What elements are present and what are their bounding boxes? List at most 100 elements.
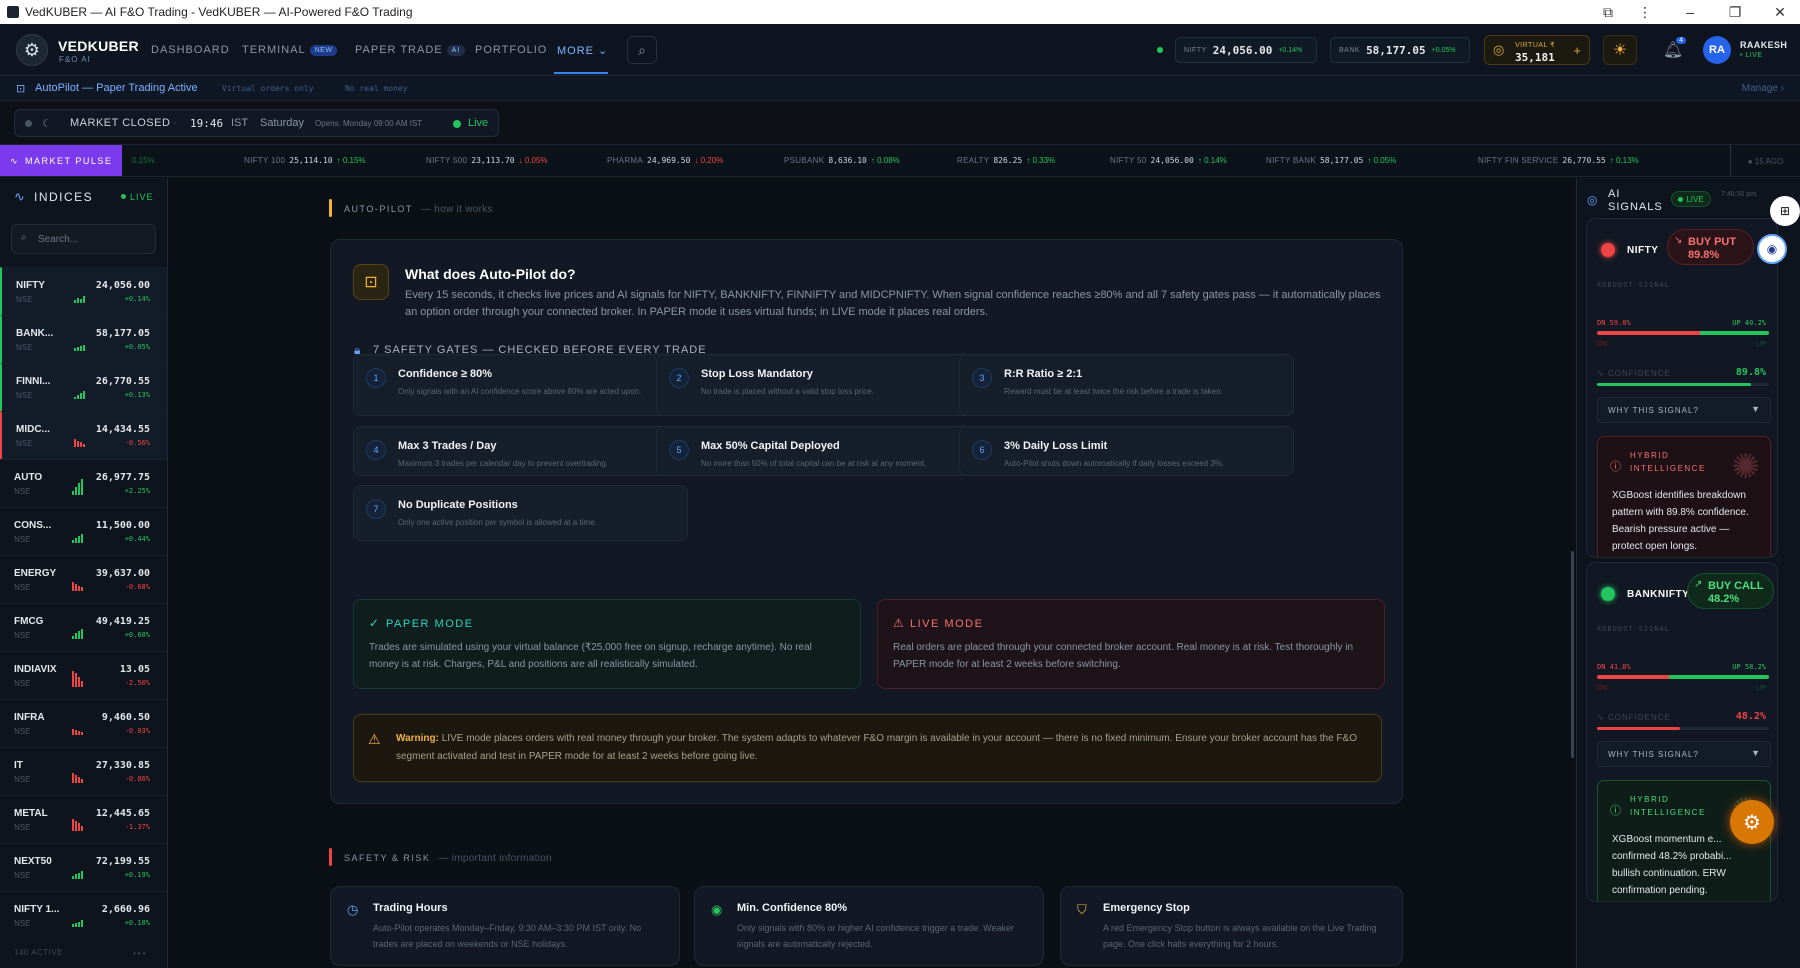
index-row[interactable]: IT NSE 27,330.85 -0.86% [0, 747, 167, 795]
ticker-item[interactable]: NIFTY BANK 58,177.05 ↑ 0.05% [1266, 156, 1396, 165]
index-name: NEXT50 [14, 856, 52, 867]
market-time: 19:46 [190, 117, 224, 130]
autopilot-tag-nomoney: No real money [345, 84, 408, 93]
spark-bar [78, 483, 80, 495]
down-prob: DN 41.8% [1597, 663, 1631, 671]
index-sparkline [74, 439, 85, 447]
section-accent [329, 848, 332, 866]
spark-bar [81, 534, 83, 543]
index-row[interactable]: NEXT50 NSE 72,199.55 +0.19% [0, 843, 167, 891]
nav-paper-trade[interactable]: PAPER TRADE AI [355, 44, 466, 56]
logo-gear-icon[interactable]: ⚙ [16, 34, 48, 66]
index-change: -0.03% [124, 727, 150, 735]
spark-bar [81, 629, 83, 639]
notifications-bell-icon[interactable]: 🔔︎ 4 [1656, 35, 1690, 65]
apps-grid-icon[interactable]: ⊞ [1770, 196, 1800, 226]
bank-quote[interactable]: BANK 58,177.05 +0.05% [1330, 37, 1470, 63]
ticker-item[interactable]: PHARMA 24,969.50 ↓ 0.20% [607, 156, 723, 165]
gate-number: 7 [366, 499, 386, 519]
separator: · [173, 117, 177, 129]
spark-bar [75, 584, 77, 591]
spark-bar [75, 730, 77, 735]
index-row[interactable]: FINNI... NSE 26,770.55 +0.13% [0, 363, 167, 411]
settings-fab-icon[interactable]: ⚙ [1730, 800, 1774, 844]
ticker-item[interactable]: REALTY 826.25 ↑ 0.33% [957, 156, 1055, 165]
index-exchange: NSE [14, 535, 31, 544]
index-name: METAL [14, 808, 48, 819]
safety-card-title: Min. Confidence 80% [737, 902, 848, 914]
theme-sun-icon[interactable]: ☀ [1603, 35, 1637, 65]
spark-bar [78, 677, 80, 687]
index-row[interactable]: FMCG NSE 49,419.25 +0.60% [0, 603, 167, 651]
close-button[interactable]: ✕ [1760, 0, 1800, 24]
notification-count: 4 [1676, 37, 1686, 44]
index-row[interactable]: METAL NSE 12,445.65 -1.37% [0, 795, 167, 843]
index-row[interactable]: NIFTY NSE 24,056.00 +0.14% [0, 267, 167, 315]
nifty-quote[interactable]: NIFTY 24,056.00 +0.14% [1175, 37, 1317, 63]
manage-link[interactable]: Manage › [1742, 83, 1784, 94]
signal-card[interactable]: NIFTY ↘ BUY PUT 89.8% XGBOOST SIGNAL DN 59.8%… [1586, 218, 1778, 558]
gate-desc: Reward must be at least twice the risk b… [1004, 387, 1223, 396]
index-row[interactable]: BANK... NSE 58,177.05 +0.05% [0, 315, 167, 363]
ticker-item[interactable]: NIFTY 100 25,114.10 ↑ 0.15% [244, 156, 366, 165]
index-row[interactable]: MIDC... NSE 14,434.55 -0.56% [0, 411, 167, 459]
nav-dashboard[interactable]: DASHBOARD [151, 44, 230, 56]
ticker-value: 25,114.10 [289, 156, 333, 165]
section-subtitle: — important information [438, 853, 552, 864]
spark-bar [81, 779, 83, 783]
index-row[interactable]: INFRA NSE 9,460.50 -0.03% [0, 699, 167, 747]
market-state: MARKET CLOSED [70, 117, 171, 129]
hybrid-desc: XGBoost momentum e... confirmed 48.2% pr… [1612, 834, 1732, 896]
ticker-item[interactable]: PSUBANK 8,636.10 ↑ 0.08% [784, 156, 900, 165]
indices-search-input[interactable] [11, 224, 156, 254]
nav-terminal[interactable]: TERMINAL NEW [242, 44, 338, 56]
direction-split-bar [1597, 331, 1769, 335]
chat-bot-icon[interactable]: ◉ [1757, 234, 1787, 264]
confidence-value: 48.2% [1735, 711, 1766, 722]
warning-icon: ⚠ [368, 731, 381, 747]
restore-button[interactable]: ❐ [1715, 0, 1755, 24]
extensions-icon[interactable]: ⧉ [1588, 0, 1628, 24]
index-name: ENERGY [14, 568, 57, 579]
menu-kebab-icon[interactable]: ⋮ [1625, 0, 1665, 24]
info-icon: ⓘ [1610, 805, 1621, 817]
safety-gate-card: 1 Confidence ≥ 80% Only signals with an AI… [353, 354, 688, 416]
index-row[interactable]: ENERGY NSE 39,637.00 -0.68% [0, 555, 167, 603]
nav-more[interactable]: MORE ⌄ [557, 44, 608, 57]
virtual-balance[interactable]: ◎ VIRTUAL ₹ 35,181 + [1484, 35, 1590, 65]
index-sparkline [72, 819, 83, 831]
ticker-item[interactable]: NIFTY FIN SERVICE 26,770.55 ↑ 0.13% [1478, 156, 1639, 165]
confidence-label: ∿ CONFIDENCE [1597, 713, 1671, 722]
ticker-item[interactable]: NIFTY 50 24,056.00 ↑ 0.14% [1110, 156, 1227, 165]
minimize-button[interactable]: – [1670, 0, 1710, 24]
gate-title: Max 3 Trades / Day [398, 440, 497, 452]
brand-name[interactable]: VEDKUBER [58, 38, 139, 54]
signal-card[interactable]: BANKNIFTY ↗ BUY CALL 48.2% XGBOOST SIGNAL DN … [1586, 562, 1778, 902]
search-icon[interactable]: ⌕ [627, 36, 657, 64]
index-row[interactable]: CONS... NSE 11,500.00 +0.44% [0, 507, 167, 555]
index-row[interactable]: NIFTY 1... NSE 2,660.96 +0.10% [0, 891, 167, 939]
index-name: FMCG [14, 616, 44, 627]
why-this-signal-toggle[interactable]: WHY THIS SIGNAL? ▼ [1597, 741, 1771, 767]
index-name: NIFTY 1... [14, 904, 60, 915]
favicon-icon [7, 6, 19, 18]
index-sparkline [72, 920, 83, 927]
up-bar [1699, 331, 1769, 335]
add-funds-icon[interactable]: + [1573, 43, 1581, 58]
clock-icon: ◷ [347, 902, 359, 917]
index-change: -0.56% [124, 439, 150, 447]
scrollbar-thumb[interactable] [1571, 551, 1574, 758]
market-pulse-tab[interactable]: ∿ MARKET PULSE [0, 145, 122, 176]
avatar[interactable]: RA [1703, 36, 1731, 64]
brain-icon: ◎ [1587, 193, 1598, 207]
index-row[interactable]: INDIAVIX NSE 13.05 -2.50% [0, 651, 167, 699]
index-row[interactable]: AUTO NSE 26,977.75 +2.25% [0, 459, 167, 507]
market-ticker: 0.15% NIFTY 100 25,114.10 ↑ 0.15% NIFTY 500… [0, 144, 1800, 177]
why-this-signal-toggle[interactable]: WHY THIS SIGNAL? ▼ [1597, 397, 1771, 423]
moon-icon: ☾ [42, 118, 52, 130]
nav-portfolio[interactable]: PORTFOLIO [475, 44, 547, 56]
index-sparkline [72, 729, 83, 735]
safety-card-desc: A red Emergency Stop button is always av… [1103, 923, 1377, 949]
index-exchange: NSE [14, 631, 31, 640]
ticker-item[interactable]: NIFTY 500 23,113.70 ↓ 0.05% [426, 156, 548, 165]
